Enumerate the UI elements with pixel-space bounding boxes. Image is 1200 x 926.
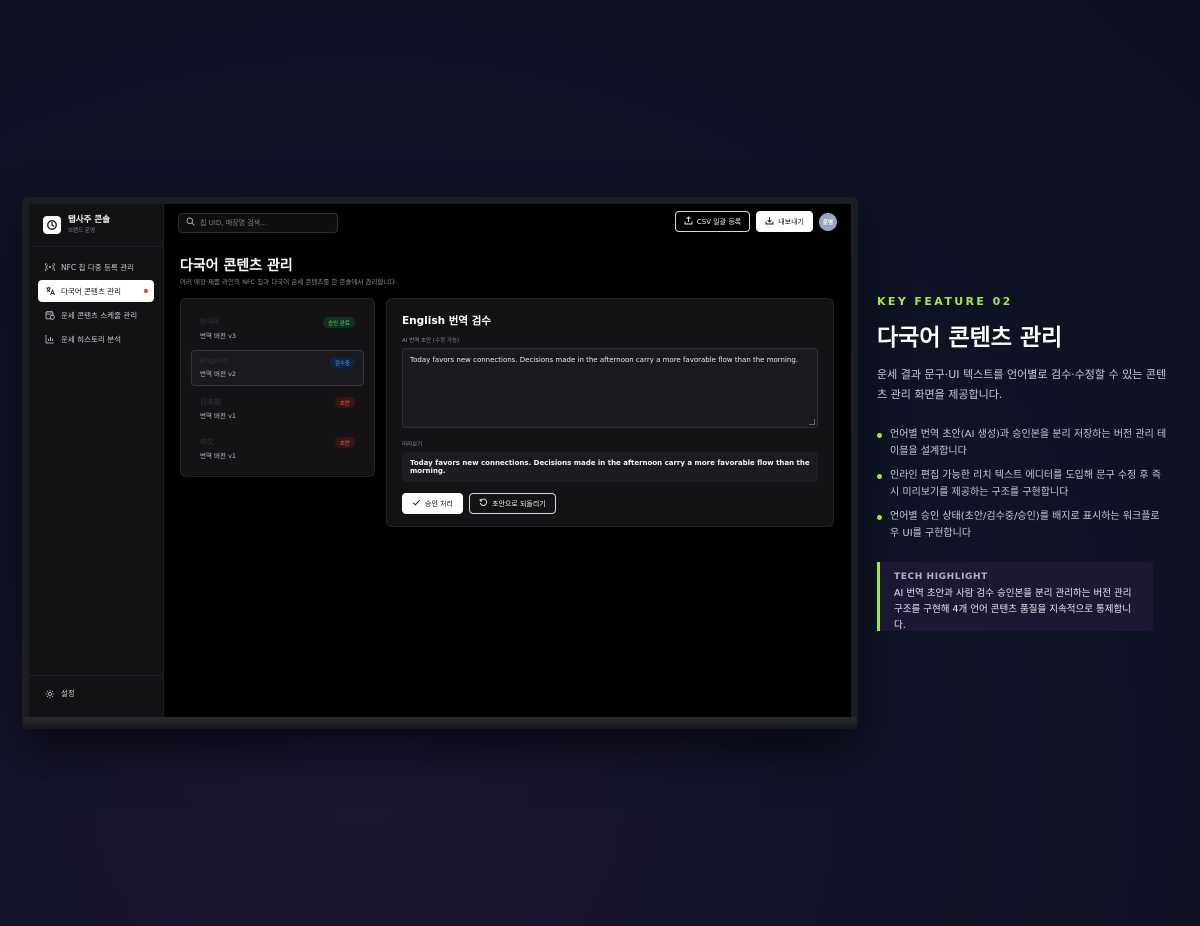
settings-label: 설정 [61, 689, 75, 698]
language-name: 日本語 [200, 398, 221, 406]
language-item-ko[interactable]: 한국어 번역 버전 v3 승인 완료 [191, 310, 364, 346]
editor-actions: 승인 처리 초안으로 되돌리기 [402, 493, 818, 514]
gear-icon [45, 689, 55, 699]
sidebar-item-label: 다국어 콘텐츠 관리 [61, 286, 121, 296]
brand-logo-icon [43, 216, 61, 234]
draft-textarea[interactable]: Today favors new connections. Decisions … [402, 348, 818, 428]
top-bar: 칩 UID, 매장명 검색... CSV 일괄 등록 내보내기 운영 [164, 204, 851, 240]
sidebar-item-multilingual[interactable]: 다국어 콘텐츠 관리 [38, 280, 154, 302]
export-button[interactable]: 내보내기 [756, 211, 813, 232]
search-placeholder: 칩 UID, 매장명 검색... [200, 218, 267, 227]
search-input[interactable]: 칩 UID, 매장명 검색... [178, 212, 338, 233]
sidebar-item-label: 운세 히스토리 분석 [61, 334, 121, 344]
laptop-base [24, 717, 856, 729]
language-name: 中文 [200, 438, 214, 446]
feature-bullet: 언어별 번역 초안(AI 생성)과 승인본을 분리 저장하는 버전 관리 테이블… [877, 427, 1167, 460]
csv-upload-label: CSV 일괄 등록 [696, 217, 742, 226]
draft-text: Today favors new connections. Decisions … [410, 356, 799, 364]
feature-title: 다국어 콘텐츠 관리 [877, 325, 1063, 351]
feature-bullets: 언어별 번역 초안(AI 생성)과 승인본을 분리 저장하는 버전 관리 테이블… [877, 427, 1167, 550]
sidebar-item-settings[interactable]: 설정 [29, 675, 163, 717]
sidebar-item-history[interactable]: 운세 히스토리 분석 [38, 328, 154, 350]
brand-name: 탭사주 콘솔 [68, 215, 111, 226]
main-content: 칩 UID, 매장명 검색... CSV 일괄 등록 내보내기 운영 다국어 콘… [164, 204, 851, 717]
top-actions: CSV 일괄 등록 내보내기 운영 [674, 211, 837, 232]
language-version: 번역 버전 v2 [200, 370, 237, 378]
translate-icon [45, 286, 55, 296]
export-label: 내보내기 [778, 217, 804, 226]
language-item-ja[interactable]: 日本語 번역 버전 v1 초안 [191, 390, 364, 426]
language-item-en[interactable]: English 번역 버전 v2 검수중 [191, 350, 364, 386]
revert-button[interactable]: 초안으로 되돌리기 [469, 493, 556, 514]
feature-bullet: 인라인 편집 가능한 리치 텍스트 에디터를 도입해 문구 수정 후 즉시 미리… [877, 468, 1167, 501]
feature-eyebrow: KEY FEATURE 02 [877, 295, 1013, 308]
approve-button[interactable]: 승인 처리 [402, 493, 463, 514]
sidebar-item-label: 운세 콘텐츠 스케줄 관리 [61, 310, 138, 320]
language-version: 번역 버전 v1 [200, 452, 237, 460]
brand[interactable]: 탭사주 콘솔 브랜드 운영 [29, 204, 163, 247]
tech-highlight-text: AI 번역 초안과 사람 검수 승인본을 분리 관리하는 버전 관리 구조를 구… [894, 588, 1132, 631]
notification-dot [144, 289, 148, 293]
brand-subtitle: 브랜드 운영 [68, 227, 96, 234]
sidebar-nav: NFC 칩 다중 등록 관리 다국어 콘텐츠 관리 운세 콘텐츠 스케줄 관리 [29, 247, 163, 350]
language-version: 번역 버전 v1 [200, 412, 237, 420]
nfc-signal-icon [45, 262, 55, 272]
page-description: 여러 매장·제품 라인의 NFC 칩과 다국어 운세 콘텐츠를 한 콘솔에서 관… [180, 278, 398, 286]
sidebar-item-label: NFC 칩 다중 등록 관리 [61, 262, 134, 272]
undo-icon [479, 498, 488, 509]
sidebar-item-nfc[interactable]: NFC 칩 다중 등록 관리 [38, 256, 154, 278]
feature-description: 운세 결과 문구·UI 텍스트를 언어별로 검수·수정할 수 있는 콘텐츠 관리… [877, 368, 1167, 401]
upload-icon [684, 216, 693, 227]
check-icon [412, 498, 421, 509]
tech-highlight: TECH HIGHLIGHT AI 번역 초안과 사람 검수 승인본을 분리 관… [877, 562, 1153, 631]
avatar[interactable]: 운영 [819, 212, 837, 231]
tech-highlight-title: TECH HIGHLIGHT [894, 572, 988, 582]
resize-handle[interactable] [809, 419, 815, 425]
approve-label: 승인 처리 [425, 499, 453, 508]
status-badge: 승인 완료 [323, 317, 355, 328]
bar-chart-icon [45, 334, 55, 344]
download-icon [765, 216, 774, 227]
language-list: 한국어 번역 버전 v3 승인 완료 English 번역 버전 v2 검수중 … [180, 298, 375, 477]
language-version: 번역 버전 v3 [200, 332, 237, 340]
status-badge: 초안 [334, 397, 355, 408]
sidebar: 탭사주 콘솔 브랜드 운영 NFC 칩 다중 등록 관리 다국어 콘텐츠 관리 [29, 204, 164, 717]
editor-title: English 번역 검수 [402, 315, 492, 327]
sidebar-item-schedule[interactable]: 운세 콘텐츠 스케줄 관리 [38, 304, 154, 326]
status-badge: 검수중 [329, 357, 355, 368]
translation-editor: English 번역 검수 AI 번역 초안 (수정 가능) Today fav… [386, 298, 834, 527]
preview-label: 미리보기 [402, 442, 423, 448]
preview-text: Today favors new connections. Decisions … [410, 459, 810, 475]
language-item-zh[interactable]: 中文 번역 버전 v1 초안 [191, 430, 364, 466]
page-title: 다국어 콘텐츠 관리 [180, 258, 293, 274]
feature-bullet: 언어별 승인 상태(초안/검수중/승인)를 배지로 표시하는 워크플로우 UI를… [877, 509, 1167, 542]
calendar-clock-icon [45, 310, 55, 320]
search-icon [186, 217, 195, 228]
csv-upload-button[interactable]: CSV 일괄 등록 [674, 211, 751, 232]
status-badge: 초안 [334, 437, 355, 448]
revert-label: 초안으로 되돌리기 [492, 499, 546, 508]
preview-box: Today favors new connections. Decisions … [402, 452, 818, 482]
app-screen: 탭사주 콘솔 브랜드 운영 NFC 칩 다중 등록 관리 다국어 콘텐츠 관리 [29, 204, 851, 717]
draft-label: AI 번역 초안 (수정 가능) [402, 338, 460, 344]
